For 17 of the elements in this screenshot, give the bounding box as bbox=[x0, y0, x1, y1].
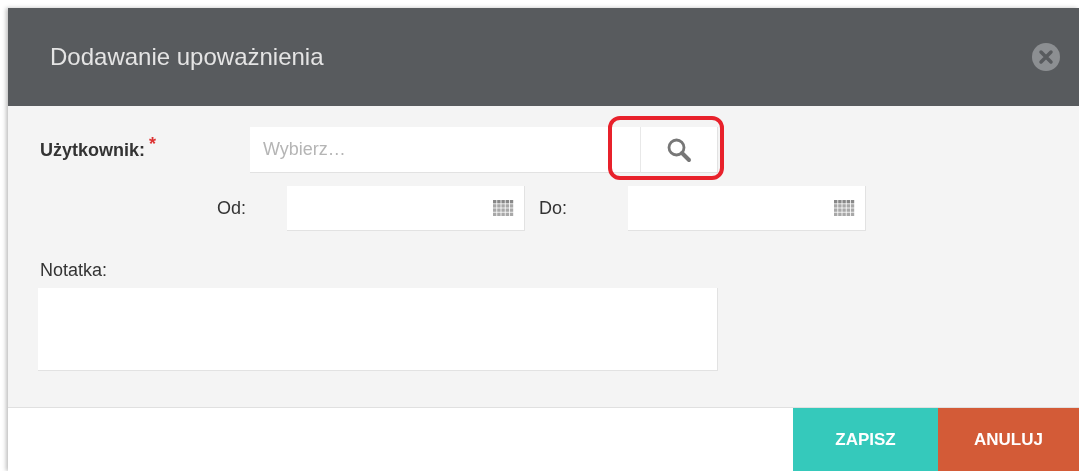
user-field[interactable]: Wybierz… bbox=[250, 127, 640, 173]
search-icon bbox=[666, 136, 692, 163]
field-label: Notatka: bbox=[40, 260, 108, 281]
date-field[interactable] bbox=[287, 185, 525, 231]
close-icon[interactable] bbox=[1031, 42, 1061, 72]
note-field[interactable] bbox=[38, 288, 718, 371]
field-label: Do: bbox=[539, 197, 568, 219]
calendar-icon[interactable] bbox=[492, 198, 514, 217]
save-button[interactable]: ZAPISZ bbox=[793, 408, 938, 471]
dialog-title: Dodawanie upoważnienia bbox=[50, 43, 324, 71]
date-field[interactable] bbox=[628, 185, 866, 231]
calendar-icon[interactable] bbox=[833, 198, 855, 217]
required-mark: * bbox=[149, 133, 157, 155]
cancel-button[interactable]: ANULUJ bbox=[938, 408, 1079, 471]
search-button[interactable] bbox=[640, 127, 718, 173]
field-label: Użytkownik: bbox=[40, 139, 145, 161]
field-label: Od: bbox=[216, 197, 247, 219]
